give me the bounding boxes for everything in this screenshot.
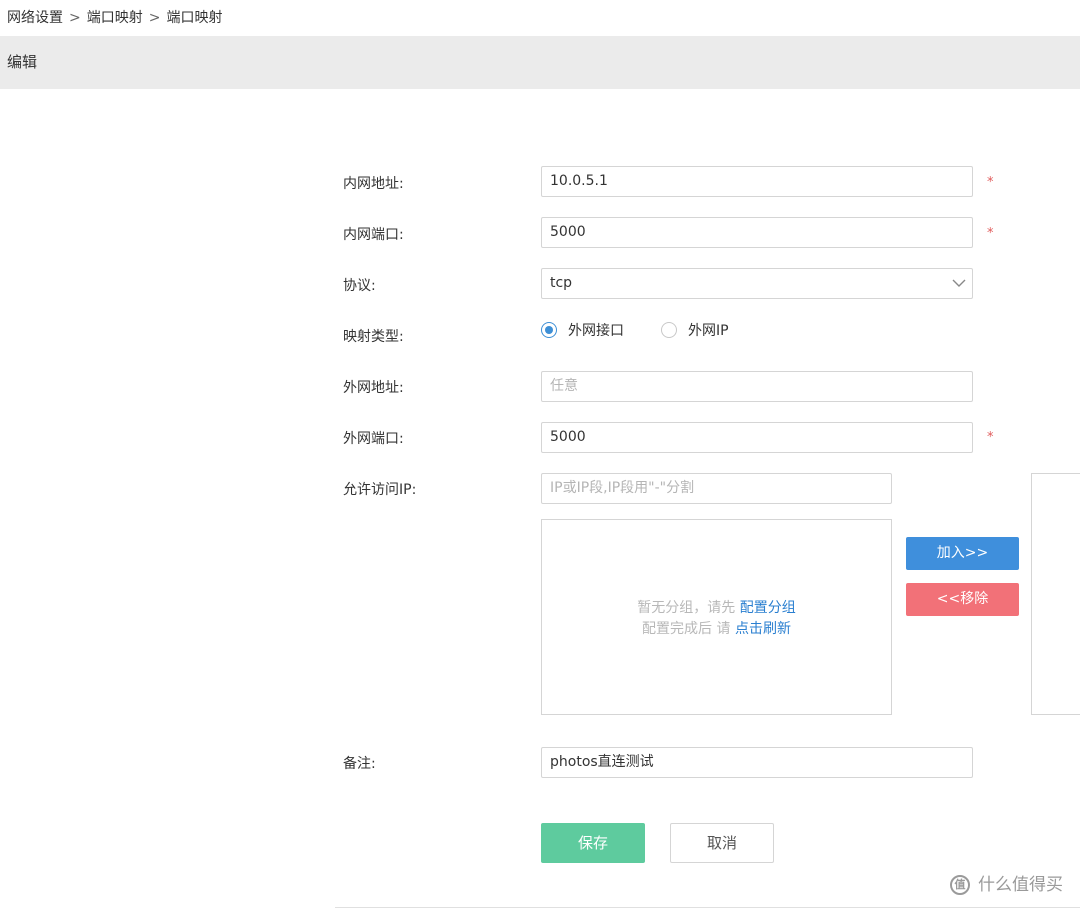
breadcrumb-item-port-mapping[interactable]: 端口映射 — [87, 10, 143, 26]
refresh-link[interactable]: 点击刷新 — [735, 621, 791, 637]
internal-address-input[interactable]: 10.0.5.1 — [541, 166, 973, 197]
external-port-label: 外网端口: — [343, 431, 404, 447]
remove-button[interactable]: <<移除 — [906, 583, 1019, 616]
add-button[interactable]: 加入>> — [906, 537, 1019, 570]
divider — [335, 907, 1080, 908]
allowed-ip-label: 允许访问IP: — [343, 482, 417, 498]
radio-external-interface-label: 外网接口 — [568, 323, 624, 339]
protocol-select[interactable]: tcp — [541, 268, 973, 299]
required-mark: * — [987, 175, 994, 190]
radio-unchecked-icon — [661, 322, 677, 338]
breadcrumb-separator: > — [69, 10, 81, 26]
smzdm-logo-icon: 值 — [950, 875, 970, 895]
breadcrumb-item-current: 端口映射 — [166, 10, 223, 26]
empty-group-text: 暂无分组，请先 — [637, 600, 736, 616]
refresh-hint-text: 配置完成后 请 — [642, 621, 731, 637]
page-title: 编辑 — [7, 53, 38, 71]
required-mark: * — [987, 226, 994, 241]
ip-group-list[interactable]: 暂无分组，请先 配置分组 配置完成后 请 点击刷新 — [541, 519, 892, 715]
watermark-text: 什么值得买 — [978, 875, 1063, 895]
cancel-button[interactable]: 取消 — [670, 823, 774, 863]
chevron-down-icon — [952, 279, 966, 287]
internal-address-label: 内网地址: — [343, 176, 404, 192]
protocol-selected-value: tcp — [550, 275, 573, 291]
save-button[interactable]: 保存 — [541, 823, 645, 863]
page-header: 编辑 — [0, 36, 1080, 89]
radio-checked-icon — [541, 322, 557, 338]
configure-group-link[interactable]: 配置分组 — [740, 600, 796, 616]
internal-port-input[interactable]: 5000 — [541, 217, 973, 248]
internal-port-label: 内网端口: — [343, 227, 404, 243]
external-address-input[interactable]: 任意 — [541, 371, 973, 402]
breadcrumb-separator: > — [148, 10, 161, 26]
allowed-ip-input[interactable]: IP或IP段,IP段用"-"分割 — [541, 473, 892, 504]
breadcrumb-item-network-settings[interactable]: 网络设置 — [7, 10, 63, 26]
protocol-label: 协议: — [343, 278, 376, 294]
empty-group-message: 暂无分组，请先 配置分组 配置完成后 请 点击刷新 — [542, 598, 891, 640]
selected-ip-list[interactable] — [1031, 473, 1080, 715]
mapping-type-label: 映射类型: — [343, 329, 404, 345]
remark-input[interactable]: photos直连测试 — [541, 747, 973, 778]
external-port-input[interactable]: 5000 — [541, 422, 973, 453]
remark-label: 备注: — [343, 756, 376, 772]
required-mark: * — [987, 430, 994, 445]
radio-external-ip-label: 外网IP — [688, 323, 729, 339]
external-address-label: 外网地址: — [343, 380, 404, 396]
breadcrumb: 网络设置 > 端口映射 > 端口映射 — [7, 8, 222, 28]
